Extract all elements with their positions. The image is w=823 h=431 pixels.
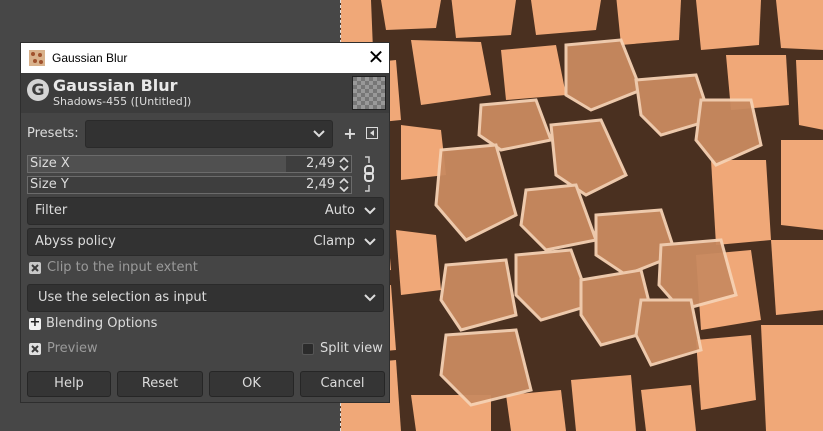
chevron-down-icon	[364, 238, 376, 246]
input-source-combo[interactable]: Use the selection as input	[27, 284, 384, 312]
size-x-label: Size X	[30, 156, 70, 171]
chevron-down-icon	[364, 294, 376, 302]
abyss-policy-combo[interactable]: Abyss policy Clamp	[27, 228, 384, 256]
help-button[interactable]: Help	[27, 371, 111, 397]
size-y-label: Size Y	[30, 177, 69, 192]
preview-label: Preview	[47, 341, 98, 356]
split-view-label: Split view	[320, 341, 383, 356]
plus-icon: +	[29, 315, 41, 330]
chevron-down-icon	[364, 207, 376, 215]
gegl-logo-icon: G	[27, 79, 49, 101]
abyss-policy-value: Clamp	[313, 234, 355, 249]
chevron-down-icon	[313, 130, 325, 138]
abyss-policy-label: Abyss policy	[35, 234, 116, 249]
presets-label: Presets:	[27, 126, 79, 141]
size-y-stepper-icon[interactable]	[339, 178, 349, 192]
check-x-icon	[31, 345, 39, 353]
chain-link-icon[interactable]	[362, 155, 376, 193]
split-view-checkbox[interactable]	[302, 343, 314, 355]
stone-texture-image	[341, 0, 823, 431]
gaussian-blur-dialog: Gaussian Blur ✕ G Gaussian Blur Shadows-…	[20, 42, 390, 403]
preview-checkbox[interactable]	[29, 343, 41, 355]
header-title: Gaussian Blur	[53, 76, 178, 95]
clip-input-extent-checkbox[interactable]	[29, 262, 41, 274]
close-icon[interactable]: ✕	[365, 46, 387, 68]
blending-options-expander[interactable]: +	[29, 315, 41, 330]
size-y-spinscale[interactable]: Size Y 2,49	[27, 176, 352, 194]
size-x-value[interactable]: 2,49	[306, 156, 335, 172]
drawable-preview-thumbnail	[352, 76, 386, 110]
check-x-icon	[31, 264, 39, 272]
filter-app-icon	[29, 50, 45, 66]
header-subtitle: Shadows-455 ([Untitled])	[53, 95, 192, 108]
size-x-stepper-icon[interactable]	[339, 157, 349, 171]
cancel-button[interactable]: Cancel	[300, 371, 385, 397]
image-canvas[interactable]	[340, 0, 823, 431]
clip-input-extent-label: Clip to the input extent	[47, 260, 198, 275]
size-x-spinscale[interactable]: Size X 2,49	[27, 155, 352, 173]
presets-combo[interactable]	[85, 120, 333, 148]
filter-label: Filter	[35, 203, 68, 218]
window-title: Gaussian Blur	[52, 51, 128, 65]
input-source-value: Use the selection as input	[38, 290, 207, 305]
blending-options-label[interactable]: Blending Options	[46, 316, 157, 331]
ok-button[interactable]: OK	[209, 371, 294, 397]
add-preset-icon[interactable]: +	[342, 126, 358, 142]
presets-menu-icon[interactable]	[366, 127, 378, 139]
size-y-value[interactable]: 2,49	[306, 177, 335, 193]
reset-button[interactable]: Reset	[117, 371, 203, 397]
dialog-titlebar[interactable]: Gaussian Blur ✕	[21, 43, 389, 73]
filter-combo[interactable]: Filter Auto	[27, 197, 384, 225]
filter-value: Auto	[324, 203, 355, 218]
